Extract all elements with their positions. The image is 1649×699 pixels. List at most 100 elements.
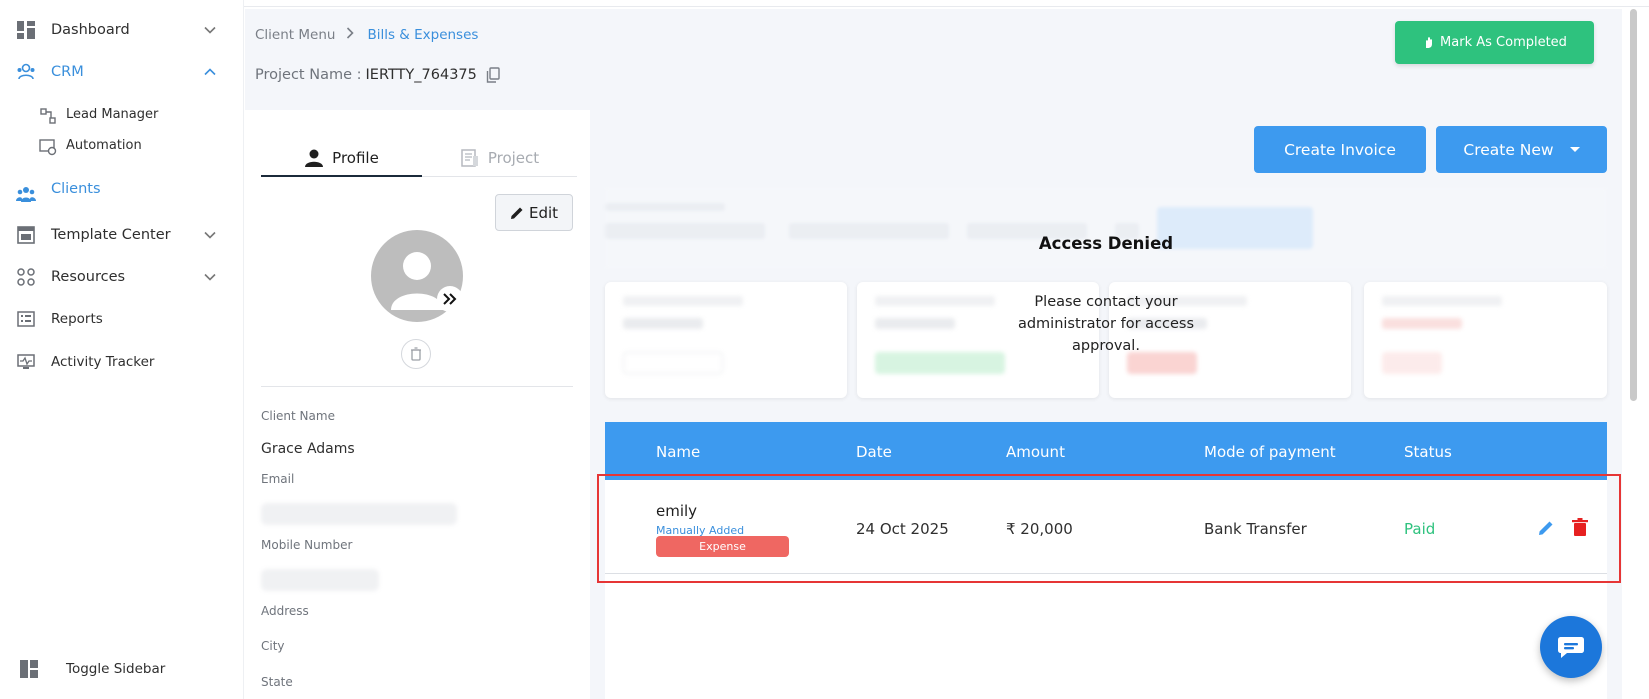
sidebar-subitem-lead-manager[interactable]: Lead Manager xyxy=(0,107,244,125)
edit-icon[interactable] xyxy=(1537,519,1555,537)
row-mode: Bank Transfer xyxy=(1204,520,1307,538)
row-date: 24 Oct 2025 xyxy=(856,520,949,538)
sidebar-item-dashboard[interactable]: Dashboard xyxy=(0,19,244,41)
tab-profile-label: Profile xyxy=(332,148,379,167)
table-header: Name Date Amount Mode of payment Status xyxy=(605,422,1607,480)
sidebar-item-crm[interactable]: CRM xyxy=(0,61,244,83)
sidebar-item-reports[interactable]: Reports xyxy=(0,309,244,329)
column-header-status[interactable]: Status xyxy=(1404,443,1452,461)
create-new-label: Create New xyxy=(1463,140,1554,159)
project-name-label: Project Name : xyxy=(255,67,362,83)
email-value-redacted xyxy=(261,503,457,525)
scrollbar[interactable] xyxy=(1627,9,1639,699)
copy-icon[interactable] xyxy=(486,67,500,83)
breadcrumb-parent[interactable]: Client Menu xyxy=(255,27,335,43)
lead-manager-icon xyxy=(40,108,56,124)
template-icon xyxy=(16,225,36,245)
sidebar: Dashboard CRM Lead Manager Automation Cl… xyxy=(0,0,244,699)
chevron-down-icon xyxy=(204,26,216,34)
breadcrumb-current[interactable]: Bills & Expenses xyxy=(367,27,478,43)
edit-profile-button[interactable]: Edit xyxy=(495,194,573,231)
column-header-name[interactable]: Name xyxy=(656,443,700,461)
resources-icon xyxy=(16,267,36,287)
top-border xyxy=(0,0,1649,7)
delete-icon[interactable] xyxy=(1572,518,1588,537)
toggle-sidebar-icon xyxy=(19,659,39,679)
edit-label: Edit xyxy=(528,203,559,222)
reports-icon xyxy=(16,309,36,329)
crm-icon xyxy=(16,62,36,82)
sidebar-item-label: Dashboard xyxy=(51,22,130,38)
sidebar-item-resources[interactable]: Resources xyxy=(0,266,244,288)
caret-down-icon xyxy=(1569,147,1580,152)
chat-support-button[interactable] xyxy=(1540,616,1602,678)
toggle-sidebar-label: Toggle Sidebar xyxy=(66,661,166,677)
divider xyxy=(261,386,573,387)
sidebar-subitem-label: Lead Manager xyxy=(66,107,159,122)
column-header-mode[interactable]: Mode of payment xyxy=(1204,443,1336,461)
sidebar-item-template-center[interactable]: Template Center xyxy=(0,224,244,246)
chevron-down-icon xyxy=(204,231,216,239)
state-label: State xyxy=(261,675,293,689)
client-name-value: Grace Adams xyxy=(261,441,355,457)
scrollbar-thumb[interactable] xyxy=(1630,9,1637,401)
user-icon xyxy=(305,149,324,167)
project-name-value: IERTTY_764375 xyxy=(365,67,477,83)
sidebar-item-label: Resources xyxy=(51,269,126,285)
city-label: City xyxy=(261,639,285,653)
sidebar-item-label: CRM xyxy=(51,64,84,80)
tab-project[interactable]: Project xyxy=(422,140,577,177)
sidebar-item-label: Template Center xyxy=(51,227,171,243)
tab-project-label: Project xyxy=(487,149,540,167)
row-amount: ₹ 20,000 xyxy=(1006,520,1073,538)
tab-profile[interactable]: Profile xyxy=(261,140,422,177)
sidebar-subitem-label: Automation xyxy=(66,138,142,153)
sidebar-item-label: Activity Tracker xyxy=(51,354,155,370)
expense-badge: Expense xyxy=(656,536,789,557)
delete-avatar-button[interactable] xyxy=(401,339,431,369)
mobile-label: Mobile Number xyxy=(261,538,353,552)
sidebar-item-label: Reports xyxy=(51,311,103,327)
profile-card: Profile Project Edit Client Name Grace A… xyxy=(245,110,590,699)
expand-avatar-button[interactable] xyxy=(437,286,463,312)
toggle-sidebar-button[interactable]: Toggle Sidebar xyxy=(0,658,244,680)
double-chevron-right-icon xyxy=(443,293,457,305)
sidebar-item-clients[interactable]: Clients xyxy=(0,181,244,205)
row-status: Paid xyxy=(1404,520,1436,538)
sidebar-subitem-automation[interactable]: Automation xyxy=(0,138,244,156)
access-denied-message: Please contact your administrator for ac… xyxy=(1017,294,1195,354)
column-header-amount[interactable]: Amount xyxy=(1006,443,1065,461)
stat-card-locked xyxy=(605,282,847,398)
chevron-up-icon xyxy=(204,68,216,76)
stat-card-locked xyxy=(1364,282,1607,398)
email-label: Email xyxy=(261,472,295,486)
create-invoice-button[interactable]: Create Invoice xyxy=(1254,126,1426,173)
chevron-down-icon xyxy=(204,273,216,281)
row-name: emily xyxy=(656,502,698,520)
hand-icon xyxy=(1426,37,1433,48)
column-header-date[interactable]: Date xyxy=(856,443,892,461)
automation-icon xyxy=(39,139,57,156)
client-name-label: Client Name xyxy=(261,409,335,423)
address-label: Address xyxy=(261,604,309,618)
breadcrumb: Client Menu Bills & Expenses xyxy=(255,27,478,43)
filter-bar-disabled xyxy=(605,187,1607,269)
project-icon xyxy=(461,149,478,167)
clients-icon xyxy=(16,184,36,204)
project-name: Project Name : IERTTY_764375 xyxy=(255,67,500,83)
chat-icon xyxy=(1558,637,1584,658)
mark-as-completed-button[interactable]: Mark As Completed xyxy=(1395,21,1594,64)
trash-icon xyxy=(411,347,421,361)
create-new-dropdown-button[interactable]: Create New xyxy=(1436,126,1607,173)
pencil-icon xyxy=(510,207,523,219)
activity-icon xyxy=(16,352,36,372)
sidebar-item-activity-tracker[interactable]: Activity Tracker xyxy=(0,352,244,372)
access-denied-title: Access Denied xyxy=(1038,234,1174,253)
dashboard-icon xyxy=(16,20,36,40)
mark-as-completed-label: Mark As Completed xyxy=(1440,35,1567,50)
table-row[interactable]: emily Manually Added Expense 24 Oct 2025… xyxy=(605,480,1607,574)
bills-table: Name Date Amount Mode of payment Status … xyxy=(605,422,1607,699)
create-invoice-label: Create Invoice xyxy=(1284,140,1396,159)
mobile-value-redacted xyxy=(261,569,379,591)
chevron-right-icon xyxy=(346,27,355,43)
